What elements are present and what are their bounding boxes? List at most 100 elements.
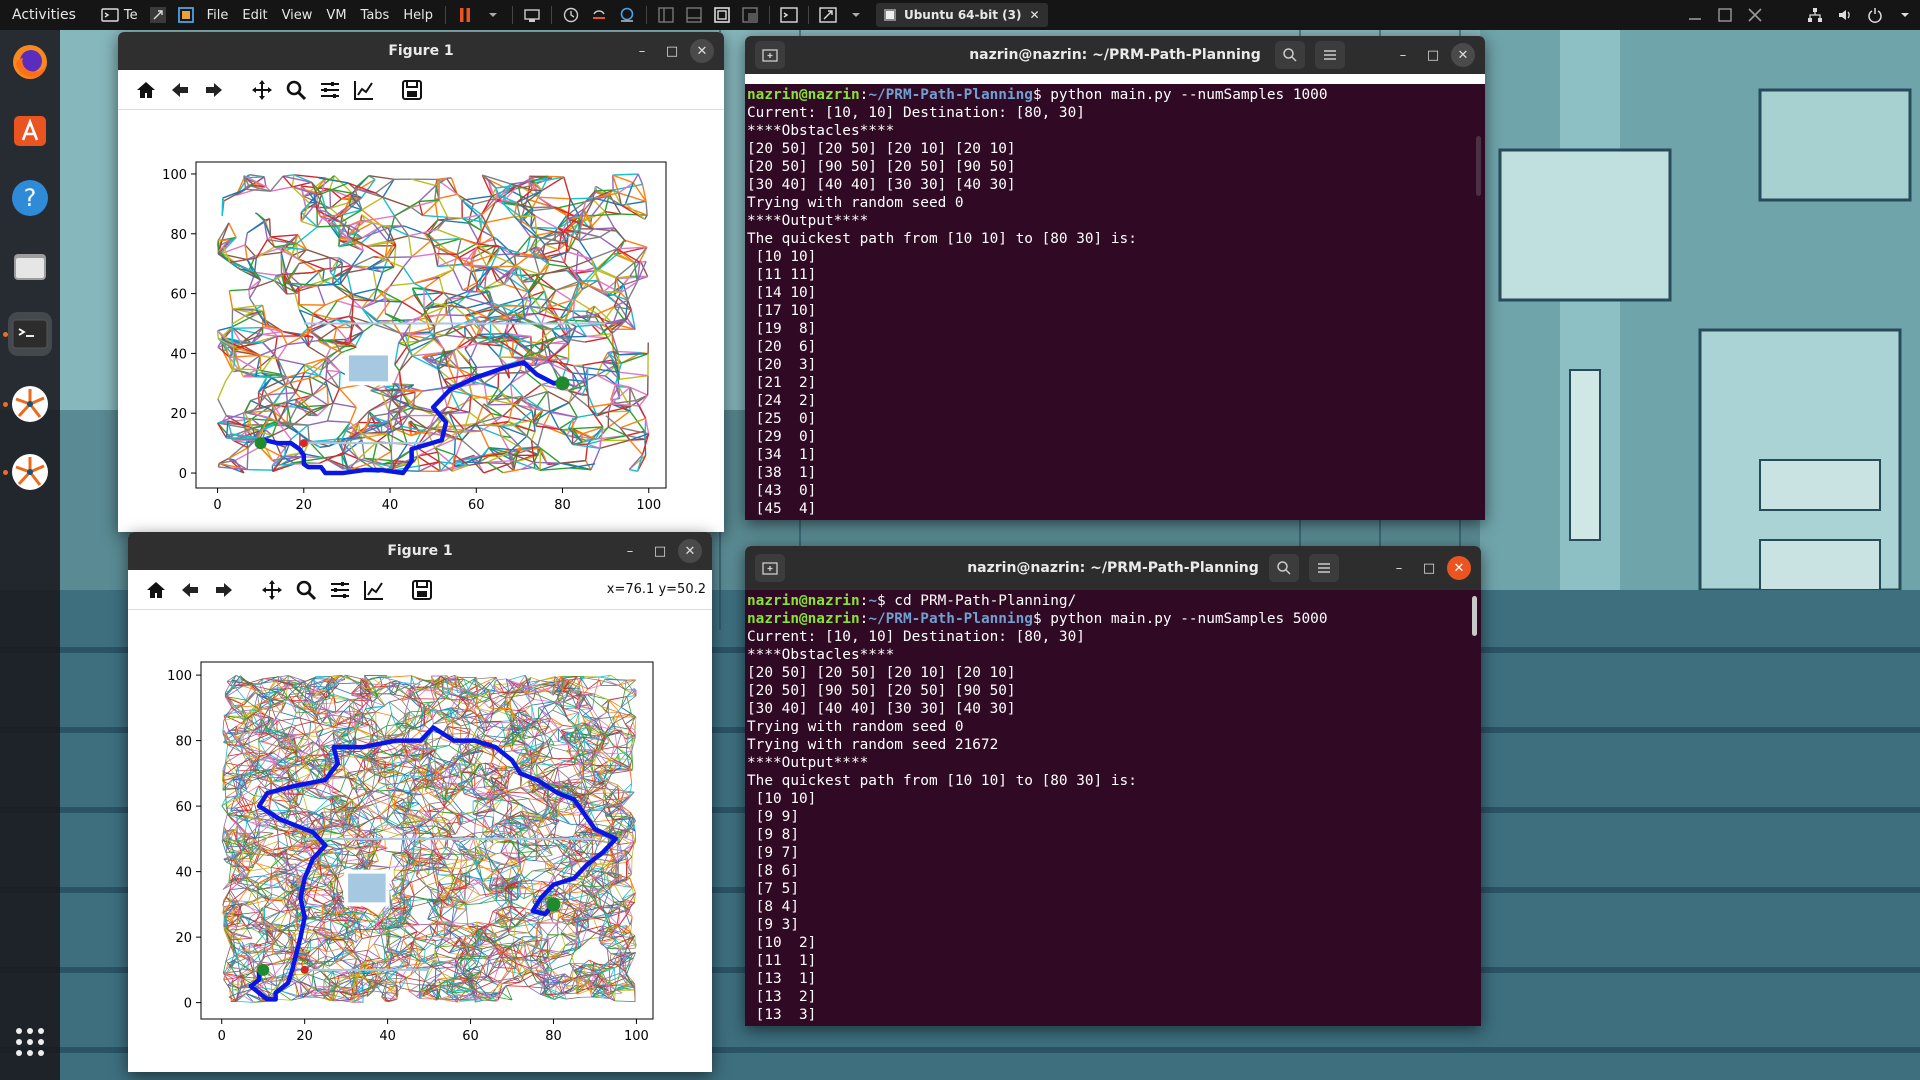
zoom-icon[interactable]	[282, 76, 310, 104]
toolbar-separator	[550, 6, 552, 24]
search-icon[interactable]	[1275, 41, 1305, 69]
save-icon[interactable]	[398, 76, 426, 104]
menu-vm[interactable]: VM	[319, 8, 353, 23]
home-icon[interactable]	[132, 76, 160, 104]
chevron-down-icon[interactable]	[847, 6, 865, 24]
revert-snapshot-icon[interactable]	[590, 6, 608, 24]
roadmap-edge	[600, 439, 630, 442]
zoom-icon[interactable]	[292, 576, 320, 604]
roadmap-edge	[469, 365, 472, 375]
fullscreen-toggle-icon[interactable]	[177, 6, 195, 24]
activities-button[interactable]: Activities	[0, 7, 90, 23]
network-icon[interactable]	[1806, 6, 1824, 24]
minimize-icon[interactable]: –	[1391, 43, 1415, 67]
vmware-app-menu[interactable]: Te	[90, 0, 144, 30]
hamburger-menu-icon[interactable]	[1309, 554, 1339, 582]
close-icon[interactable]: ✕	[678, 539, 702, 563]
terminal-icon[interactable]	[8, 312, 52, 356]
save-icon[interactable]	[408, 576, 436, 604]
command-text: $ python main.py --numSamples 1000	[1032, 87, 1328, 103]
figure-titlebar[interactable]: Figure 1 – □ ✕	[118, 32, 724, 70]
terminal-line: [8 6]	[747, 863, 799, 879]
firefox-icon[interactable]	[8, 40, 52, 84]
plot-canvas[interactable]: 0 0 20 20 40 40 60 60 80 80 100 100	[128, 610, 712, 1072]
maximize-icon[interactable]: □	[660, 39, 684, 63]
files-icon[interactable]	[8, 244, 52, 288]
minimize-icon[interactable]	[1686, 6, 1704, 24]
menu-edit[interactable]: Edit	[235, 8, 274, 23]
vm-tab[interactable]: Ubuntu 64-bit (3) ✕	[875, 3, 1048, 27]
toolbar-separator	[807, 6, 809, 24]
show-library-icon[interactable]	[657, 6, 675, 24]
terminal-line: [13 2]	[747, 989, 817, 1005]
configure-subplots-icon[interactable]	[316, 76, 344, 104]
help-icon[interactable]: ?	[8, 176, 52, 220]
scrollbar[interactable]	[1472, 596, 1477, 636]
close-icon[interactable]: ✕	[1447, 556, 1471, 580]
roadmap-edge	[578, 279, 598, 282]
back-arrow-icon[interactable]	[166, 76, 194, 104]
menu-view[interactable]: View	[275, 8, 320, 23]
send-ctrl-alt-del-icon[interactable]	[523, 6, 541, 24]
unity-mode-icon[interactable]	[741, 6, 759, 24]
forward-arrow-icon[interactable]	[210, 576, 238, 604]
pan-icon[interactable]	[258, 576, 286, 604]
close-icon[interactable]: ✕	[1451, 43, 1475, 67]
terminal-titlebar[interactable]: nazrin@nazrin: ~/PRM-Path-Planning – □ ✕	[745, 36, 1485, 74]
pause-icon[interactable]	[456, 6, 474, 24]
scrollbar[interactable]	[1476, 136, 1481, 196]
vm-tab-label: Ubuntu 64-bit (3)	[903, 8, 1022, 22]
forward-arrow-icon[interactable]	[200, 76, 228, 104]
volume-icon[interactable]	[1836, 6, 1854, 24]
menu-file[interactable]: File	[200, 8, 236, 23]
python-figure-icon[interactable]	[8, 382, 52, 426]
chevron-down-icon[interactable]	[1896, 6, 1914, 24]
hamburger-menu-icon[interactable]	[1315, 41, 1345, 69]
fullscreen-icon[interactable]	[713, 6, 731, 24]
figure-titlebar[interactable]: Figure 1 – □ ✕	[128, 532, 712, 570]
snapshot-manager-icon[interactable]	[618, 6, 636, 24]
console-view-icon[interactable]	[780, 6, 798, 24]
roadmap-edge	[255, 212, 258, 215]
chevron-down-icon[interactable]	[484, 6, 502, 24]
maximize-icon[interactable]: □	[1421, 43, 1445, 67]
menu-tabs[interactable]: Tabs	[354, 8, 397, 23]
terminal-line: [9 3]	[747, 917, 799, 933]
pan-icon[interactable]	[248, 76, 276, 104]
terminal-output[interactable]: nazrin@nazrin:~$ cd PRM-Path-Planning/na…	[745, 590, 1481, 1026]
new-tab-icon[interactable]	[755, 41, 785, 69]
minimize-icon[interactable]: –	[1387, 556, 1411, 580]
minimize-icon[interactable]: –	[630, 39, 654, 63]
thumbnail-bar-icon[interactable]	[685, 6, 703, 24]
close-icon[interactable]: ✕	[690, 39, 714, 63]
edit-axes-icon[interactable]	[360, 576, 388, 604]
terminal-output[interactable]: nazrin@nazrin:~/PRM-Path-Planning$ pytho…	[745, 84, 1485, 520]
minimize-icon[interactable]: –	[618, 539, 642, 563]
configure-subplots-icon[interactable]	[326, 576, 354, 604]
python-figure-icon-2[interactable]	[8, 450, 52, 494]
search-icon[interactable]	[1269, 554, 1299, 582]
home-icon[interactable]	[142, 576, 170, 604]
snapshot-icon[interactable]	[562, 6, 580, 24]
terminal-titlebar[interactable]: nazrin@nazrin: ~/PRM-Path-Planning – □ ✕	[745, 546, 1481, 590]
software-center-icon[interactable]	[8, 108, 52, 152]
menu-help[interactable]: Help	[396, 8, 440, 23]
prompt-path: ~/PRM-Path-Planning	[868, 611, 1033, 627]
plot-canvas[interactable]: 0 0 20 20 40 40 60 60 80 80 100 100	[118, 110, 724, 532]
close-icon[interactable]: ✕	[1029, 8, 1039, 22]
new-tab-icon[interactable]	[755, 554, 785, 582]
stretch-guest-icon[interactable]	[819, 6, 837, 24]
close-window-icon[interactable]	[1746, 6, 1764, 24]
power-icon[interactable]	[1866, 6, 1884, 24]
roadmap-edge	[514, 215, 536, 218]
terminal-line: [7 5]	[747, 881, 799, 897]
back-arrow-icon[interactable]	[176, 576, 204, 604]
window-title: nazrin@nazrin: ~/PRM-Path-Planning	[969, 47, 1261, 63]
restore-icon[interactable]	[1716, 6, 1734, 24]
show-applications-icon[interactable]	[8, 1020, 52, 1064]
maximize-icon[interactable]: □	[648, 539, 672, 563]
maximize-icon[interactable]: □	[1417, 556, 1441, 580]
edit-axes-icon[interactable]	[350, 76, 378, 104]
pin-icon[interactable]	[149, 6, 167, 24]
terminal-line: [20 3]	[747, 357, 817, 373]
